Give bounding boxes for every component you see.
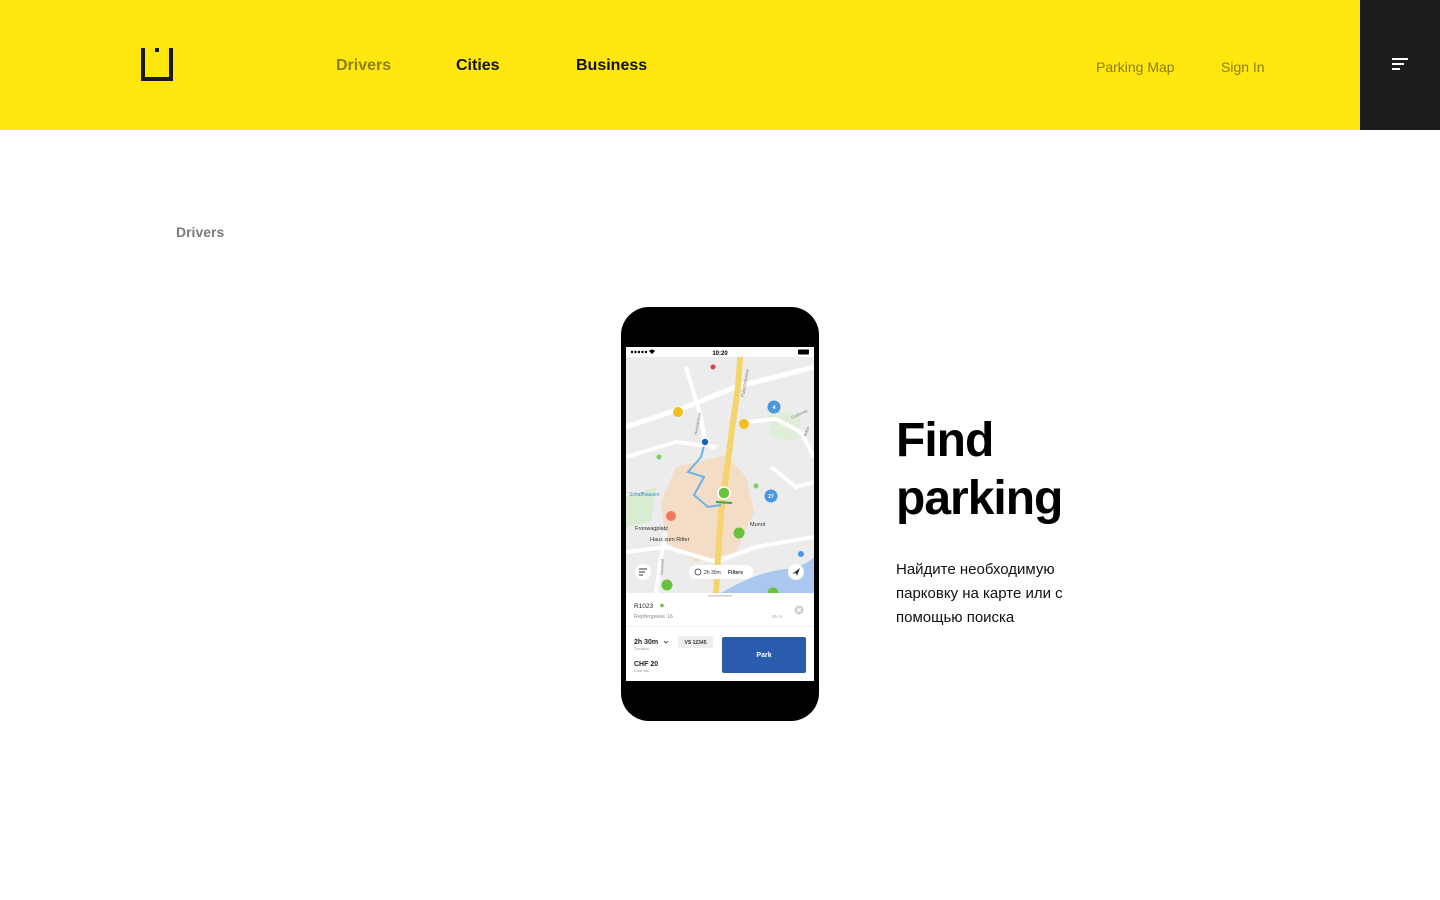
park-button-label: Park [756,652,771,659]
poi-dot [753,483,759,489]
parking-pin-icon[interactable] [673,407,683,417]
battery-icon [798,349,809,355]
duration-label: Duration [634,646,649,651]
signal-icon [641,350,644,354]
zone-pin-icon[interactable] [661,579,673,591]
route-line [715,501,733,504]
street-label: Neustadt [659,558,665,575]
plate-number: VS 12345 [685,640,707,646]
filters-label[interactable]: Filters [728,570,743,576]
map-label: Fronwagplatz [635,526,668,532]
hamburger-menu-icon[interactable] [1392,58,1408,71]
zone-distance: 35 m [772,614,782,619]
status-dot [660,603,664,608]
app-screenshot: 10:20 Fulachstrasse Hochstrasse Grabenst… [626,347,814,681]
zone-pin-icon[interactable] [733,527,745,539]
nav-cities[interactable]: Cities [456,57,500,75]
map-label: Haus zum Ritter [650,537,690,543]
nav-business[interactable]: Business [576,57,647,75]
zone-address: Repfergasse 16 [634,614,673,620]
filter-chip[interactable] [689,565,753,579]
zone-code: R1023 [634,603,654,610]
phone-mockup: 10:20 Fulachstrasse Hochstrasse Grabenst… [621,307,819,721]
parking-pin-icon[interactable] [739,419,749,429]
poi-dot [656,454,662,460]
duration-chip: 2h 30m [704,570,721,576]
phone-screen: 10:20 Fulachstrasse Hochstrasse Grabenst… [626,347,814,681]
signal-icon [637,350,641,354]
poi-pin-icon [710,364,716,370]
zone-pin-icon[interactable] [717,486,731,500]
duration-value[interactable]: 2h 30m [634,639,658,646]
cost-value: CHF 20 [634,661,658,668]
poi-dot [798,551,804,557]
location-dot [700,437,710,447]
poi-pin-icon [666,511,676,521]
site-header: Drivers Cities Business Parking Map Sign… [0,0,1440,130]
map-label-station: Schaffhausen [629,492,660,498]
signal-icon [644,350,648,354]
hero-title: Find parking [896,414,1063,525]
status-time: 10:20 [712,351,728,357]
signal-icon [630,350,634,354]
cost-label: Cost est. [634,668,650,673]
breadcrumb[interactable]: Drivers [176,224,224,240]
parking-map-link[interactable]: Parking Map [1096,59,1175,75]
cluster-count: 27 [768,494,774,500]
map-label: Munot [750,522,766,528]
sign-in-link[interactable]: Sign In [1221,59,1265,75]
hero-description: Найдите необходимую парковку на карте ил… [896,561,1063,626]
signal-icon [634,350,637,354]
sheet-handle[interactable] [708,595,732,597]
logo-icon[interactable] [141,48,173,81]
nav-drivers[interactable]: Drivers [336,57,391,75]
